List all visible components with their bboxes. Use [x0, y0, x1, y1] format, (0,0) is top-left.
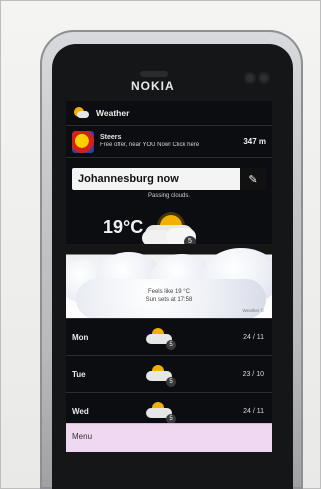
forecast-weather-icon: 5 — [144, 326, 178, 350]
forecast-weather-icon: 5 — [144, 400, 178, 424]
location-bar: Johannesburg now ✎ — [72, 168, 266, 190]
cloud-scene — [66, 244, 272, 319]
app-title: Weather — [96, 108, 130, 118]
ad-text: Steers Free offer, near YOU Now! Click h… — [100, 134, 237, 148]
weather-screen: Weather Steers Free offer, near YOU Now!… — [66, 101, 272, 452]
front-camera — [244, 72, 256, 84]
pencil-icon: ✎ — [248, 173, 258, 186]
ad-title: Steers — [100, 134, 122, 142]
forecast-row[interactable]: Tue 5 23 / 10 — [66, 355, 272, 392]
weather-source: Weather © — [242, 308, 265, 313]
menu-bar[interactable]: Menu — [66, 423, 272, 452]
earpiece-speaker — [140, 71, 168, 77]
app-header: Weather — [66, 101, 272, 125]
ad-banner[interactable]: Steers Free offer, near YOU Now! Click h… — [66, 125, 272, 158]
forecast-weather-icon: 5 — [144, 363, 178, 387]
forecast-row[interactable]: Mon 5 24 / 11 — [66, 318, 272, 355]
forecast-temps: 23 / 10 — [242, 370, 264, 378]
feels-like: Feels like 19 °C — [147, 289, 191, 295]
brand-logo-text: NOKIA — [131, 79, 175, 93]
forecast-list: Mon 5 24 / 11 Tue 5 23 / 10 Wed 5 24 / 1… — [66, 318, 272, 429]
ad-distance: 347 m — [243, 137, 266, 146]
ad-description: Free offer, near YOU Now! Click here — [100, 142, 200, 149]
sunset-time: Sun sets at 17:58 — [145, 297, 193, 303]
forecast-day: Tue — [72, 369, 86, 379]
weather-app-icon — [72, 107, 90, 119]
forecast-temps: 24 / 11 — [243, 407, 264, 415]
current-temperature: 19°C — [103, 217, 144, 237]
current-condition: Passing clouds. — [147, 193, 191, 199]
location-title: Johannesburg now — [78, 173, 179, 185]
forecast-temps: 24 / 11 — [243, 333, 264, 341]
forecast-day: Wed — [72, 406, 89, 416]
menu-label: Menu — [72, 432, 93, 441]
ad-logo — [72, 130, 94, 153]
edit-location-button[interactable]: ✎ — [240, 168, 266, 190]
forecast-day: Mon — [72, 332, 89, 342]
proximity-sensor — [258, 72, 270, 84]
